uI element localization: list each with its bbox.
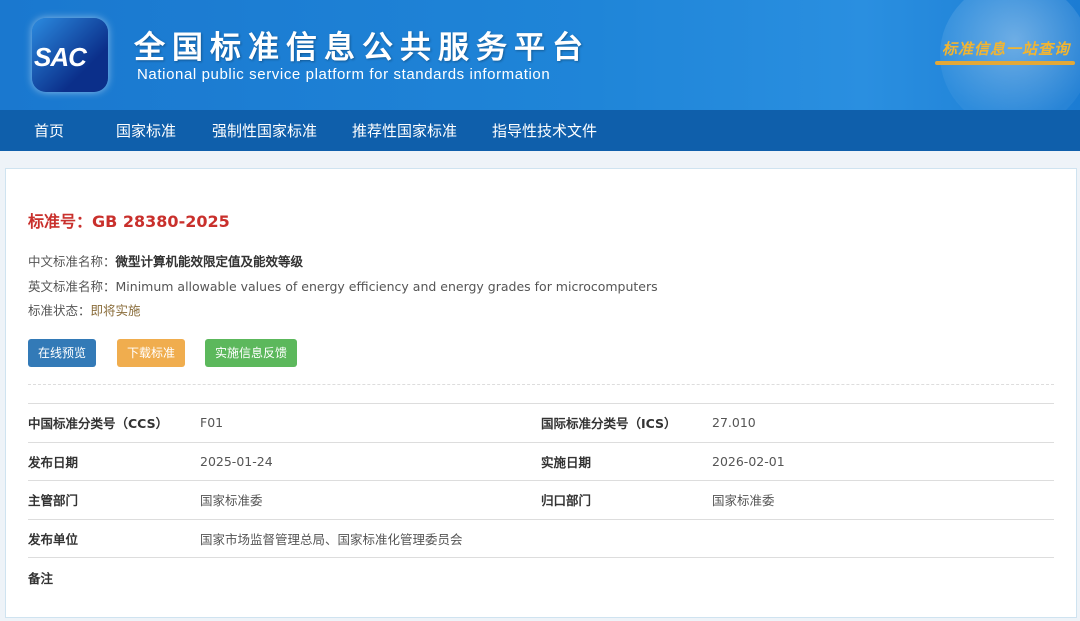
status-label: 标准状态：: [28, 303, 91, 318]
table-row: 发布日期 2025-01-24 实施日期 2026-02-01: [28, 441, 1054, 481]
table-row: 备注: [28, 557, 1054, 596]
status-value: 即将实施: [90, 303, 141, 318]
cn-name: 微型计算机能效限定值及能效等级: [115, 254, 304, 269]
feedback-button[interactable]: 实施信息反馈: [205, 339, 298, 367]
main-nav: 首页 国家标准 强制性国家标准 推荐性国家标准 指导性技术文件: [0, 110, 1080, 151]
detail-key: 发布单位: [28, 518, 200, 558]
detail-key: 国际标准分类号（ICS）: [541, 403, 712, 442]
detail-value: 国家市场监督管理总局、国家标准化管理委员会: [200, 518, 1054, 558]
standard-number: 标准号：GB 28380-2025: [28, 212, 230, 231]
nav-national-standards[interactable]: 国家标准: [116, 120, 212, 141]
cn-name-row: 中文标准名称：微型计算机能效限定值及能效等级: [28, 251, 303, 270]
site-title: 全国标准信息公共服务平台: [134, 30, 590, 66]
status-row: 标准状态：即将实施: [28, 300, 141, 319]
download-button[interactable]: 下载标准: [117, 339, 186, 367]
details-table: 中国标准分类号（CCS） F01 国际标准分类号（ICS） 27.010 发布日期 20…: [28, 403, 1054, 596]
nav-recommended-standards[interactable]: 推荐性国家标准: [352, 120, 492, 141]
slogan: 标准信息一站查询: [942, 40, 1071, 58]
table-row: 主管部门 国家标准委 归口部门 国家标准委: [28, 480, 1054, 519]
detail-value: [200, 557, 1054, 596]
en-name-label: 英文标准名称：: [28, 279, 116, 294]
divider: [28, 384, 1054, 385]
detail-key: 备注: [28, 557, 200, 596]
detail-key: 实施日期: [541, 441, 712, 481]
detail-value: 国家标准委: [200, 480, 541, 519]
detail-value: 国家标准委: [712, 480, 1054, 519]
table-row: 发布单位 国家市场监督管理总局、国家标准化管理委员会: [28, 518, 1054, 558]
slogan-underline: [935, 61, 1075, 65]
standard-detail-card: 标准号：GB 28380-2025 中文标准名称：微型计算机能效限定值及能效等级…: [5, 168, 1077, 618]
detail-value: 2025-01-24: [200, 441, 541, 481]
online-preview-button[interactable]: 在线预览: [28, 339, 97, 367]
detail-key: 主管部门: [28, 480, 200, 519]
header-banner: SAC 全国标准信息公共服务平台 National public service…: [0, 0, 1080, 110]
nav-guidance-documents[interactable]: 指导性技术文件: [492, 120, 597, 141]
detail-key: 中国标准分类号（CCS）: [28, 403, 200, 442]
en-name: Minimum allowable values of energy effic…: [115, 279, 658, 294]
detail-value: 27.010: [712, 403, 1054, 442]
en-name-row: 英文标准名称：Minimum allowable values of energ…: [28, 276, 658, 295]
site-subtitle: National public service platform for sta…: [137, 66, 551, 83]
detail-value: 2026-02-01: [712, 441, 1054, 481]
detail-value: F01: [200, 403, 541, 442]
detail-key: 归口部门: [541, 480, 712, 519]
detail-key: 发布日期: [28, 441, 200, 481]
table-row: 中国标准分类号（CCS） F01 国际标准分类号（ICS） 27.010: [28, 403, 1054, 442]
nav-mandatory-standards[interactable]: 强制性国家标准: [212, 120, 352, 141]
sac-logo[interactable]: SAC: [32, 18, 108, 92]
nav-home[interactable]: 首页: [34, 120, 116, 141]
cn-name-label: 中文标准名称：: [28, 254, 116, 269]
